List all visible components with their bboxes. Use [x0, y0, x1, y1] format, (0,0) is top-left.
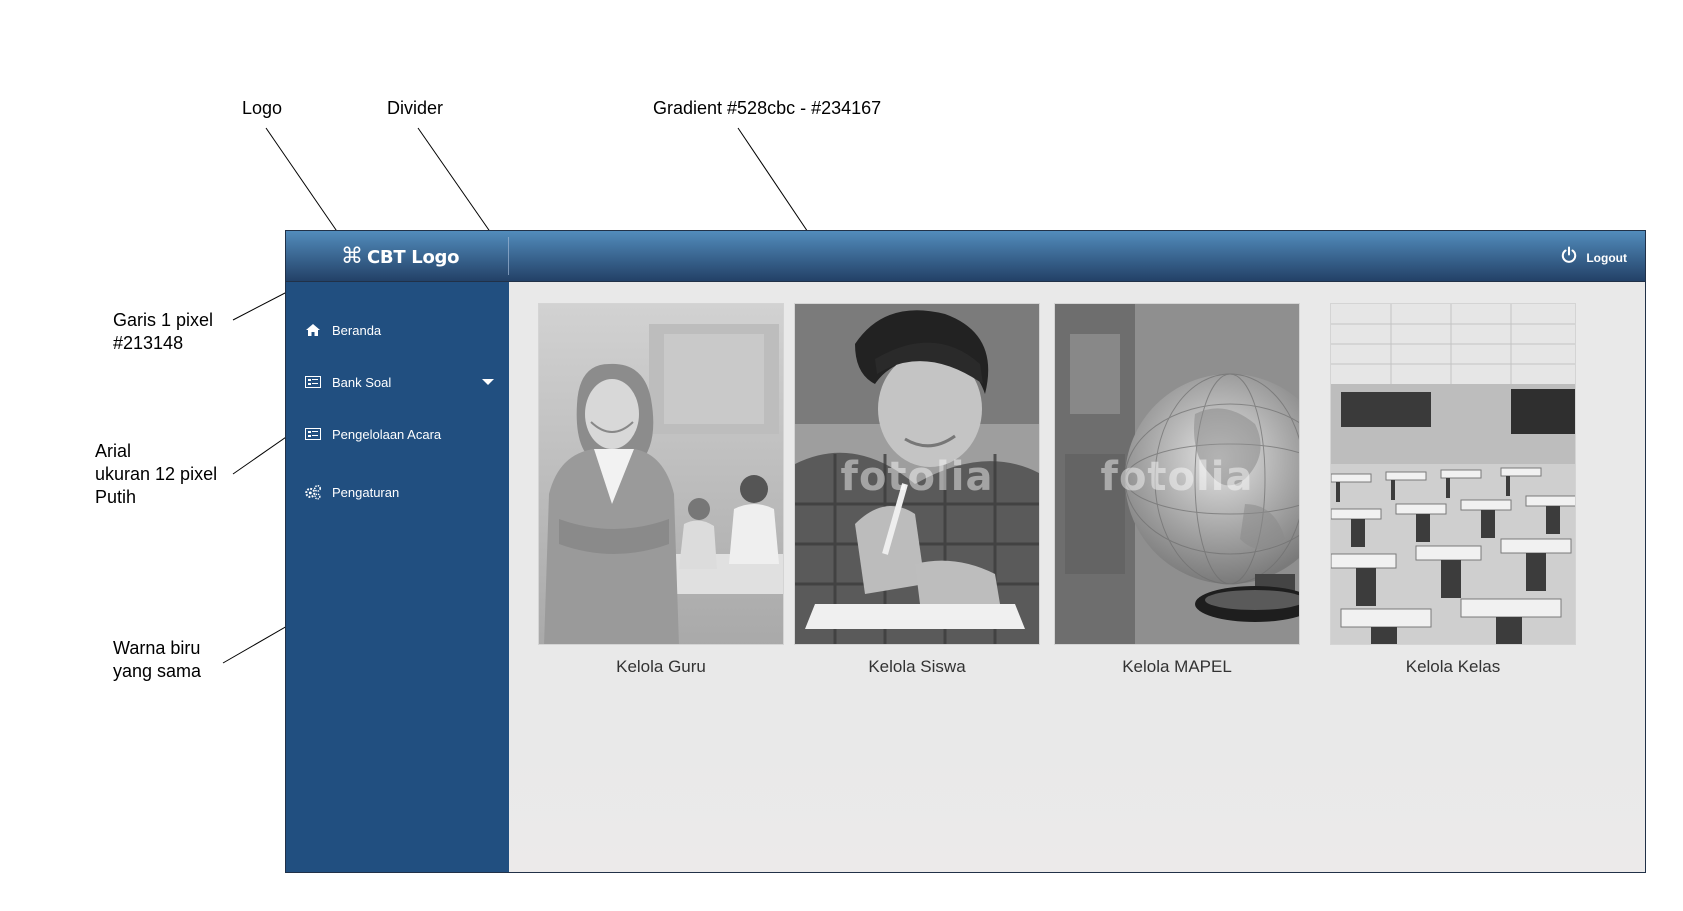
sidebar-item-pengaturan[interactable]: Pengaturan — [304, 484, 494, 500]
top-bar: ⌘ CBT Logo Logout — [286, 231, 1645, 282]
annotation-font: Arial ukuran 12 pixel Putih — [95, 441, 218, 507]
header-divider — [508, 237, 509, 275]
command-icon: ⌘ — [341, 244, 363, 269]
sidebar-item-label: Pengaturan — [332, 484, 400, 500]
logo[interactable]: ⌘ CBT Logo — [341, 245, 459, 269]
annotation-border-line: Garis 1 pixel #213148 — [113, 310, 214, 353]
card-kelola-kelas[interactable]: Kelola Kelas — [1330, 303, 1576, 677]
logout-label: Logout — [1586, 250, 1627, 265]
watermark: fotolia — [1100, 454, 1254, 500]
sidebar-item-label: Bank Soal — [332, 374, 392, 390]
home-icon — [304, 322, 322, 338]
logout-button[interactable]: Logout — [1560, 246, 1627, 269]
annotation-logo: Logo — [242, 98, 283, 118]
annotation-sidebar-color: Warna biru yang sama — [113, 638, 202, 681]
power-icon — [1560, 246, 1578, 269]
card-label: Kelola Kelas — [1405, 657, 1501, 676]
globe-photo: fotolia — [1054, 303, 1300, 645]
classroom-photo — [1330, 303, 1576, 645]
card-kelola-guru[interactable]: Kelola Guru — [538, 303, 784, 677]
logo-leader-line — [265, 127, 346, 244]
sidebar-item-label: Beranda — [332, 322, 382, 338]
sidebar: Beranda Bank Soal Pengelolaan Acara Peng… — [286, 282, 509, 872]
student-photo: fotolia — [794, 303, 1040, 645]
annotation-gradient: Gradient #528cbc - #234167 — [653, 98, 882, 118]
card-kelola-mapel[interactable]: fotolia Kelola MAPEL — [1054, 303, 1300, 677]
card-label: Kelola MAPEL — [1122, 657, 1232, 676]
main-content: Kelola Guru fotolia Kelola Siswa fotolia… — [509, 282, 1645, 872]
list-icon — [304, 374, 322, 390]
sidebar-item-label: Pengelolaan Acara — [332, 426, 442, 442]
card-label: Kelola Siswa — [868, 657, 966, 676]
card-kelola-siswa[interactable]: fotolia Kelola Siswa — [794, 303, 1040, 677]
card-label: Kelola Guru — [616, 657, 706, 676]
gears-icon — [304, 484, 322, 500]
list-icon — [304, 426, 322, 442]
chevron-down-icon[interactable] — [482, 379, 494, 385]
teacher-photo — [538, 303, 784, 645]
annotation-divider: Divider — [387, 98, 444, 118]
app-window: ⌘ CBT Logo Logout Beranda Bank Soal Peng… — [285, 230, 1646, 873]
sidebar-item-bank-soal[interactable]: Bank Soal — [304, 374, 494, 390]
divider-leader-line — [417, 127, 501, 247]
sidebar-item-pengelolaan-acara[interactable]: Pengelolaan Acara — [304, 426, 494, 442]
logo-text: CBT Logo — [367, 246, 460, 268]
sidebar-item-beranda[interactable]: Beranda — [304, 322, 494, 338]
watermark: fotolia — [840, 454, 994, 500]
